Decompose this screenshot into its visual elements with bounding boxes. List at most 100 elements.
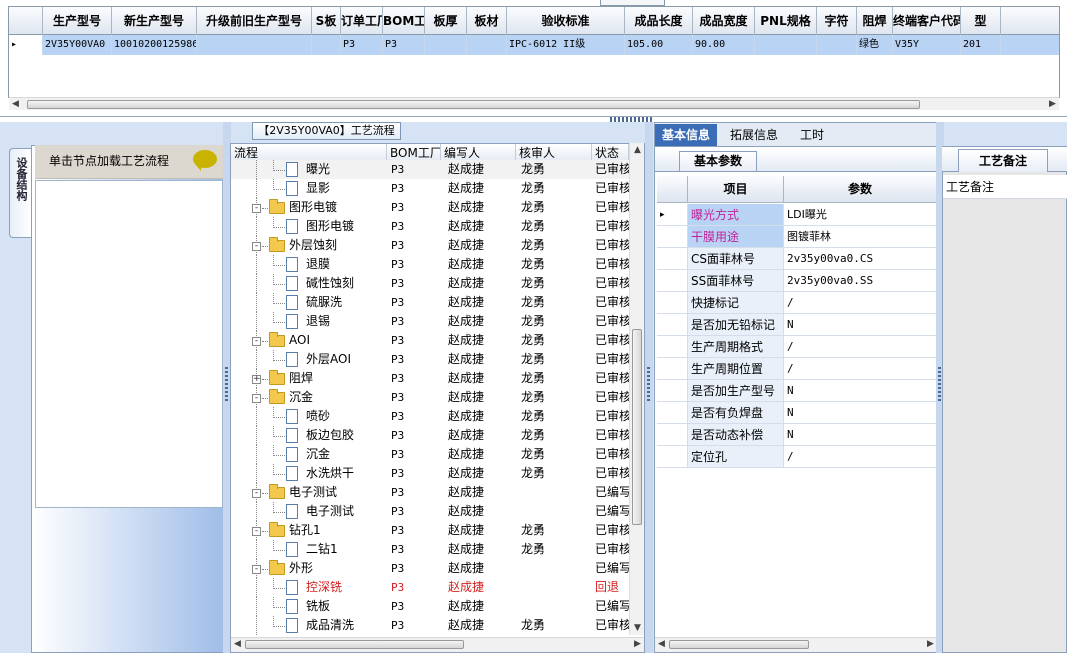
param-value[interactable]: N: [784, 402, 937, 423]
col-header[interactable]: 成品宽度: [693, 7, 755, 35]
col-header[interactable]: 新生产型号: [112, 7, 197, 35]
collapse-icon[interactable]: -: [252, 337, 261, 346]
tree-node[interactable]: - 外层蚀刻: [231, 236, 387, 255]
row-indicator[interactable]: [657, 380, 688, 401]
row-indicator[interactable]: [657, 226, 688, 247]
grid-cell[interactable]: [817, 35, 857, 55]
col-header[interactable]: BOM工厂: [383, 7, 425, 35]
tree-node[interactable]: - 钻孔1: [231, 521, 387, 540]
scroll-left-icon[interactable]: ◀: [231, 638, 244, 651]
col-header[interactable]: 升级前旧生产型号: [197, 7, 312, 35]
grid-cell[interactable]: [425, 35, 467, 55]
tree-row[interactable]: 沉金 P3 赵成捷 龙勇 已审核: [231, 445, 629, 464]
tree-node[interactable]: 沉金: [231, 445, 387, 464]
scroll-thumb[interactable]: [245, 640, 464, 649]
tree-row[interactable]: - 图形电镀 P3 赵成捷 龙勇 已审核: [231, 198, 629, 217]
grid-cell[interactable]: 105.00: [625, 35, 693, 55]
tree-row[interactable]: - 电子测试 P3 赵成捷 已编写: [231, 483, 629, 502]
param-row[interactable]: SS面菲林号 2v35y00va0.SS: [657, 270, 937, 292]
param-row[interactable]: 干膜用途 图镀菲林: [657, 226, 937, 248]
col-header[interactable]: 成品长度: [625, 7, 693, 35]
tree-row[interactable]: 控深铣 P3 赵成捷 回退: [231, 578, 629, 597]
col-header[interactable]: 终端客户代码: [893, 7, 961, 35]
scroll-up-icon[interactable]: ▲: [630, 143, 645, 157]
param-value[interactable]: /: [784, 358, 937, 379]
process-tree[interactable]: 流程 BOM工厂 编写人 核审人 状态 曝光 P3 赵成捷 龙勇 已审核 显影 P3 赵成捷 龙勇 已审核…: [230, 143, 645, 653]
tree-node[interactable]: - AOI: [231, 331, 387, 350]
tree-node[interactable]: 二钻1: [231, 540, 387, 559]
param-row[interactable]: 是否有负焊盘 N: [657, 402, 937, 424]
param-row[interactable]: 定位孔 /: [657, 446, 937, 468]
tree-node[interactable]: - 沉金: [231, 388, 387, 407]
col-header[interactable]: 生产型号: [43, 7, 112, 35]
scroll-down-icon[interactable]: ▼: [630, 621, 645, 635]
col-header[interactable]: 验收标准: [507, 7, 625, 35]
col-header[interactable]: 阻焊: [857, 7, 893, 35]
tree-node[interactable]: + 阻焊: [231, 369, 387, 388]
param-value[interactable]: N: [784, 314, 937, 335]
tree-row[interactable]: - 外形 P3 赵成捷 已编写: [231, 559, 629, 578]
tree-node[interactable]: 电子测试: [231, 502, 387, 521]
scroll-thumb[interactable]: [669, 640, 809, 649]
product-grid[interactable]: 生产型号新生产型号升级前旧生产型号S板订单工厂BOM工厂板厚板材验收标准成品长度…: [8, 6, 1060, 98]
param-value[interactable]: /: [784, 292, 937, 313]
row-indicator[interactable]: [657, 336, 688, 357]
tree-row[interactable]: - 钻孔1 P3 赵成捷 龙勇 已审核: [231, 521, 629, 540]
tab-process-notes[interactable]: 工艺备注: [958, 149, 1048, 172]
grid-cell[interactable]: 绿色: [857, 35, 893, 55]
scroll-thumb[interactable]: [632, 329, 642, 525]
tree-row[interactable]: 硫脲洗 P3 赵成捷 龙勇 已审核: [231, 293, 629, 312]
process-tree-hscroll[interactable]: ◀ ▶: [231, 637, 644, 652]
collapse-icon[interactable]: -: [252, 489, 261, 498]
tree-row[interactable]: 退膜 P3 赵成捷 龙勇 已审核: [231, 255, 629, 274]
param-value[interactable]: /: [784, 336, 937, 357]
tree-row[interactable]: 铣板 P3 赵成捷 已编写: [231, 597, 629, 616]
expand-icon[interactable]: +: [252, 375, 261, 384]
tree-node[interactable]: 图形电镀: [231, 217, 387, 236]
collapse-icon[interactable]: -: [252, 565, 261, 574]
vertical-splitter-middle[interactable]: [645, 122, 653, 653]
tree-node[interactable]: 板边包胶: [231, 426, 387, 445]
side-tab-device-structure[interactable]: 设备结构: [9, 148, 31, 238]
col-header[interactable]: PNL规格: [755, 7, 817, 35]
col-header[interactable]: S板: [312, 7, 341, 35]
col-header[interactable]: 型: [961, 7, 1001, 35]
param-value[interactable]: LDI曝光: [784, 204, 937, 225]
collapse-icon[interactable]: -: [252, 242, 261, 251]
param-value[interactable]: 2v35y00va0.CS: [784, 248, 937, 269]
col-header[interactable]: 板材: [467, 7, 507, 35]
tree-row[interactable]: 成品清洗 P3 赵成捷 龙勇 已审核: [231, 616, 629, 635]
param-value[interactable]: /: [784, 446, 937, 467]
tree-row[interactable]: 板边包胶 P3 赵成捷 龙勇 已审核: [231, 426, 629, 445]
row-indicator[interactable]: [657, 314, 688, 335]
tree-node[interactable]: 退膜: [231, 255, 387, 274]
tree-row[interactable]: 图形电镀 P3 赵成捷 龙勇 已审核: [231, 217, 629, 236]
grid-cell[interactable]: 201: [961, 35, 1001, 55]
param-value[interactable]: N: [784, 424, 937, 445]
product-grid-hscroll[interactable]: ◀ ▶: [9, 97, 1059, 110]
tree-node[interactable]: 水洗烘干: [231, 464, 387, 483]
scroll-left-icon[interactable]: ◀: [655, 638, 668, 651]
tree-node[interactable]: 显影: [231, 179, 387, 198]
tree-row[interactable]: 喷砂 P3 赵成捷 龙勇 已审核: [231, 407, 629, 426]
row-indicator[interactable]: ▸: [9, 35, 43, 55]
process-tree-vscroll[interactable]: ▲ ▼: [629, 143, 644, 635]
scroll-right-icon[interactable]: ▶: [1046, 98, 1059, 111]
param-row[interactable]: 是否加生产型号 N: [657, 380, 937, 402]
tree-node[interactable]: 外层AOI: [231, 350, 387, 369]
param-row[interactable]: 是否加无铅标记 N: [657, 314, 937, 336]
param-row[interactable]: 快捷标记 /: [657, 292, 937, 314]
grid-cell[interactable]: 2V35Y00VA0: [43, 35, 112, 55]
param-row[interactable]: 是否动态补偿 N: [657, 424, 937, 446]
tree-node[interactable]: - 外形: [231, 559, 387, 578]
tree-node[interactable]: 成品清洗: [231, 616, 387, 635]
tree-row[interactable]: - 外层蚀刻 P3 赵成捷 龙勇 已审核: [231, 236, 629, 255]
grid-cell[interactable]: [197, 35, 312, 55]
tree-row[interactable]: 曝光 P3 赵成捷 龙勇 已审核: [231, 160, 629, 179]
grid-cell[interactable]: 90.00: [693, 35, 755, 55]
param-row[interactable]: CS面菲林号 2v35y00va0.CS: [657, 248, 937, 270]
tree-row[interactable]: - 沉金 P3 赵成捷 龙勇 已审核: [231, 388, 629, 407]
param-value[interactable]: 2v35y00va0.SS: [784, 270, 937, 291]
grid-cell[interactable]: P3: [341, 35, 383, 55]
param-value[interactable]: N: [784, 380, 937, 401]
